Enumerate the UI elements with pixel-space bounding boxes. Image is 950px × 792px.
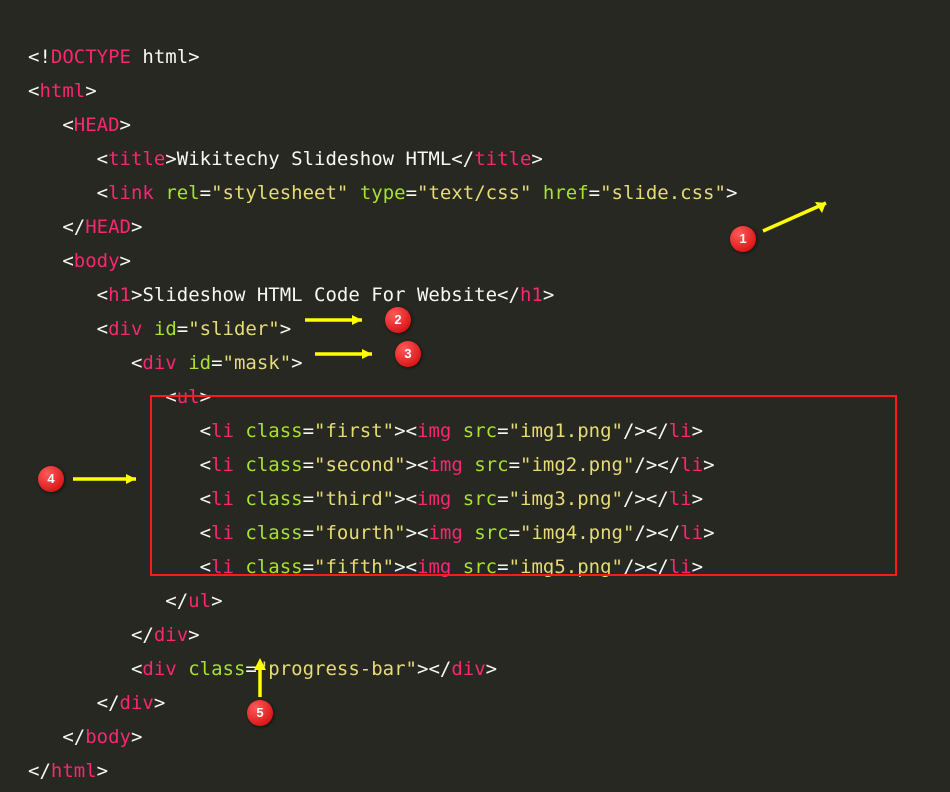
img5-src-val: "img5.png": [509, 556, 623, 578]
html-open-tag: html: [39, 80, 85, 102]
li1-class-val: "first": [314, 420, 394, 442]
title-text: Wikitechy Slideshow HTML: [177, 148, 452, 170]
li4-class-val: "fourth": [314, 522, 406, 544]
arrow-annotation-1: [753, 195, 848, 235]
div-progress-open: div: [142, 658, 176, 680]
li5-open: li: [211, 556, 234, 578]
h1-text: Slideshow HTML Code For Website: [142, 284, 497, 306]
code-editor: <!DOCTYPE html> <html> <HEAD> <title>Wik…: [0, 0, 950, 792]
val-mask: "mask": [223, 352, 292, 374]
img1-src-val: "img1.png": [509, 420, 623, 442]
attr-rel: rel: [165, 182, 199, 204]
title-open-tag: title: [108, 148, 165, 170]
img2-src-val: "img2.png": [520, 454, 634, 476]
li3-open: li: [211, 488, 234, 510]
body-open-tag: body: [74, 250, 120, 272]
doctype-rest: html: [131, 46, 188, 68]
h1-close-tag: h1: [520, 284, 543, 306]
li4-class-attr: class: [245, 522, 302, 544]
li5-class-val: "fifth": [314, 556, 394, 578]
doctype-tag: DOCTYPE: [51, 46, 131, 68]
val-href: "slide.css": [600, 182, 726, 204]
li1-close: li: [669, 420, 692, 442]
img4-tag: img: [428, 522, 462, 544]
img3-src-attr: src: [463, 488, 497, 510]
div-mask-close: div: [154, 624, 188, 646]
li2-open: li: [211, 454, 234, 476]
head-close-tag: HEAD: [85, 216, 131, 238]
attr-href: href: [543, 182, 589, 204]
val-rel: "stylesheet": [211, 182, 348, 204]
div-progress-close: div: [451, 658, 485, 680]
div-slider-close: div: [120, 692, 154, 714]
img5-tag: img: [417, 556, 451, 578]
val-type: "text/css": [417, 182, 531, 204]
attr-class-progress: class: [188, 658, 245, 680]
html-close-tag: html: [51, 760, 97, 782]
attr-id-mask: id: [188, 352, 211, 374]
doctype-open: <!: [28, 46, 51, 68]
ul-close-tag: ul: [188, 590, 211, 612]
ul-open-tag: ul: [177, 386, 200, 408]
li5-close: li: [669, 556, 692, 578]
title-close-tag: title: [474, 148, 531, 170]
li2-class-val: "second": [314, 454, 406, 476]
li1-class-attr: class: [245, 420, 302, 442]
li4-close: li: [680, 522, 703, 544]
img1-src-attr: src: [463, 420, 497, 442]
body-close-tag: body: [85, 726, 131, 748]
div-mask-open: div: [142, 352, 176, 374]
attr-type: type: [360, 182, 406, 204]
val-progress: "progress-bar": [257, 658, 417, 680]
link-tag: link: [108, 182, 154, 204]
li3-class-val: "third": [314, 488, 394, 510]
li2-close: li: [680, 454, 703, 476]
img5-src-attr: src: [463, 556, 497, 578]
img2-tag: img: [428, 454, 462, 476]
li3-close: li: [669, 488, 692, 510]
img2-src-attr: src: [474, 454, 508, 476]
img4-src-val: "img4.png": [520, 522, 634, 544]
li2-class-attr: class: [245, 454, 302, 476]
li1-open: li: [211, 420, 234, 442]
head-open-tag: HEAD: [74, 114, 120, 136]
img3-tag: img: [417, 488, 451, 510]
img1-tag: img: [417, 420, 451, 442]
li3-class-attr: class: [245, 488, 302, 510]
code-block: <!DOCTYPE html> <html> <HEAD> <title>Wik…: [0, 0, 737, 788]
val-slider: "slider": [188, 318, 280, 340]
attr-id-slider: id: [154, 318, 177, 340]
li4-open: li: [211, 522, 234, 544]
img3-src-val: "img3.png": [509, 488, 623, 510]
li5-class-attr: class: [245, 556, 302, 578]
div-slider-open: div: [108, 318, 142, 340]
h1-open-tag: h1: [108, 284, 131, 306]
img4-src-attr: src: [474, 522, 508, 544]
